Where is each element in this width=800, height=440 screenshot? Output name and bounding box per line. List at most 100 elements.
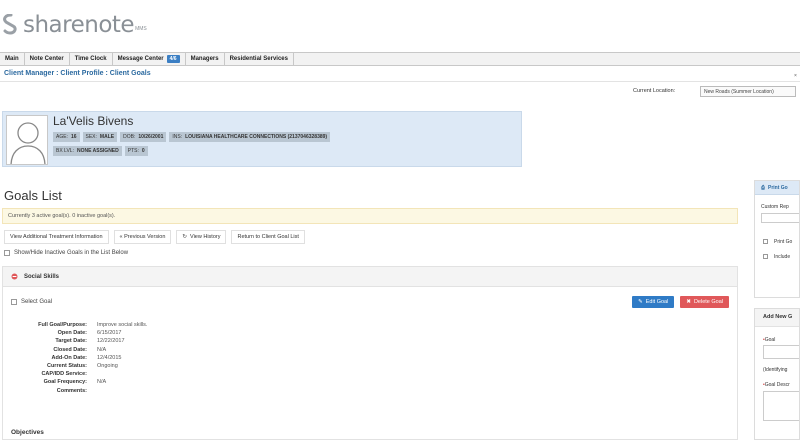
goal-label-text: Goal (764, 337, 776, 343)
goal-description-text: Goal Descr (764, 382, 790, 388)
nav-item-main[interactable]: Main (0, 53, 25, 65)
brand-sup: MMS (135, 26, 147, 32)
print-goal-label: Print Go (774, 239, 793, 245)
location-select[interactable]: New Roads (Summer Location) (700, 86, 796, 97)
detail-label: Full Goal/Purpose: (38, 322, 87, 329)
brand-logo[interactable]: sharenote MMS (2, 12, 147, 38)
nav-item-time-clock[interactable]: Time Clock (70, 53, 113, 65)
history-icon: ↻ (182, 234, 188, 240)
detail-value: N/A (97, 379, 107, 386)
identifying-hint: (Identifying (763, 367, 788, 373)
person-silhouette-icon (10, 122, 46, 164)
print-goal-checkbox[interactable] (763, 239, 768, 244)
add-new-goal-panel: Add New G •Goal (Identifying •Goal Descr (754, 308, 800, 440)
age-tag: AGE: 16 (53, 132, 80, 142)
client-tags-row-1: AGE: 16 SEX: MALE DOB: 10/26/2001 INS: LOUIS… (53, 132, 331, 142)
custom-report-input[interactable] (761, 213, 799, 223)
detail-value: N/A (97, 346, 107, 353)
nav-item-residential-services[interactable]: Residential Services (225, 53, 294, 65)
nav-item-note-center[interactable]: Note Center (25, 53, 70, 65)
divider (0, 81, 800, 82)
page-title: Goals List (4, 188, 62, 203)
message-count-badge: 4/6 (166, 55, 180, 63)
detail-label: Target Date: (55, 338, 87, 345)
print-goals-panel: ⎙ Print Go Custom Rep Print Go Include (754, 180, 800, 298)
tag-label: PTS: (127, 148, 139, 154)
client-card: La'Velis Bivens AGE: 16 SEX: MALE DOB: 10/2… (2, 111, 522, 167)
detail-row: Open Date: 6/15/2017 (23, 329, 147, 337)
detail-row: Current Status: Ongoing (23, 362, 147, 370)
main-nav: Main Note Center Time Clock Message Cent… (0, 52, 800, 66)
goal-field-label: •Goal (763, 337, 775, 343)
include-label: Include (774, 254, 791, 260)
detail-label: Goal Frequency: (43, 379, 87, 386)
brand-name: sharenote (23, 12, 135, 38)
tag-value: 10/26/2001 (138, 134, 164, 140)
print-goals-header[interactable]: ⎙ Print Go (755, 181, 799, 195)
nav-item-message-center[interactable]: Message Center 4/6 (113, 53, 186, 65)
detail-row: Full Goal/Purpose: Improve social skills. (23, 321, 147, 329)
detail-row: Add-On Date: 12/4/2015 (23, 354, 147, 362)
button-label: View Additional Treatment Information (10, 234, 103, 240)
select-goal-label: Select Goal (21, 299, 53, 305)
goal-description-input[interactable] (763, 391, 799, 421)
goal-actions: ✎ Edit Goal ✖ Delete Goal (632, 296, 729, 308)
button-label: Edit Goal (645, 299, 669, 305)
detail-value: Improve social skills. (97, 322, 148, 329)
goal-description-label: •Goal Descr (763, 382, 790, 388)
tag-label: SEX: (85, 134, 97, 140)
button-label: « Previous Version (119, 234, 166, 240)
custom-report-label: Custom Rep (761, 204, 789, 210)
show-inactive-checkbox[interactable] (4, 250, 10, 256)
sex-tag: SEX: MALE (82, 132, 118, 142)
select-goal-toggle[interactable]: Select Goal (11, 299, 52, 305)
print-goals-title: Print Go (768, 185, 788, 191)
detail-label: Closed Date: (53, 346, 87, 353)
nav-item-managers[interactable]: Managers (186, 53, 225, 65)
behavior-level-tag: BX LVL: NONE ASSIGNED (53, 146, 122, 156)
detail-label: Add-On Date: (51, 354, 87, 361)
close-icon: ✖ (686, 299, 691, 305)
goal-panel: Social Skills Select Goal ✎ Edit Goal ✖ … (2, 266, 738, 440)
delete-goal-button[interactable]: ✖ Delete Goal (680, 296, 729, 308)
add-new-goal-header[interactable]: Add New G (755, 309, 799, 327)
return-to-goal-list-button[interactable]: Return to Client Goal List (231, 230, 305, 244)
header: sharenote MMS (0, 0, 800, 52)
goal-input[interactable] (763, 345, 799, 359)
goal-panel-header[interactable]: Social Skills (3, 267, 737, 287)
collapse-icon[interactable] (11, 273, 18, 280)
detail-value: Ongoing (97, 363, 118, 370)
edit-goal-button[interactable]: ✎ Edit Goal (632, 296, 675, 308)
tag-label: DOB: (123, 134, 136, 140)
previous-version-button[interactable]: « Previous Version (113, 230, 172, 244)
include-checkbox[interactable] (763, 254, 768, 259)
detail-label: Open Date: (57, 330, 87, 337)
select-goal-checkbox[interactable] (11, 299, 17, 305)
detail-label: Current Status: (46, 363, 87, 370)
detail-row: Goal Frequency: N/A (23, 378, 147, 386)
button-label: Delete Goal (693, 299, 723, 305)
avatar (6, 115, 48, 165)
tag-label: BX LVL: (56, 148, 74, 154)
tag-value: 0 (141, 148, 145, 154)
nav-item-message-center-label: Message Center (117, 56, 164, 62)
points-tag: PTS: 0 (124, 146, 148, 156)
button-label: Return to Client Goal List (237, 234, 299, 240)
objectives-heading[interactable]: Objectives (11, 429, 44, 436)
detail-label: Comments: (56, 387, 87, 394)
show-inactive-toggle[interactable]: Show/Hide Inactive Goals in the List Bel… (4, 250, 128, 256)
close-icon[interactable]: × (794, 73, 797, 79)
client-tags-row-2: BX LVL: NONE ASSIGNED PTS: 0 (53, 146, 148, 156)
breadcrumb[interactable]: Client Manager : Client Profile : Client… (4, 70, 151, 77)
view-history-button[interactable]: ↻ View History (176, 230, 227, 244)
goals-toolbar: View Additional Treatment Information « … (4, 230, 305, 244)
show-inactive-label: Show/Hide Inactive Goals in the List Bel… (14, 250, 129, 256)
tag-label: AGE: (56, 134, 68, 140)
client-name: La'Velis Bivens (53, 114, 134, 128)
printer-icon: ⎙ (761, 185, 766, 191)
location-label: Current Location: (633, 88, 676, 94)
tag-label: INS: (172, 134, 183, 140)
view-treatment-info-button[interactable]: View Additional Treatment Information (4, 230, 109, 244)
detail-row: CAP/IDD Service: (23, 370, 147, 378)
detail-value: 12/4/2015 (97, 354, 122, 361)
